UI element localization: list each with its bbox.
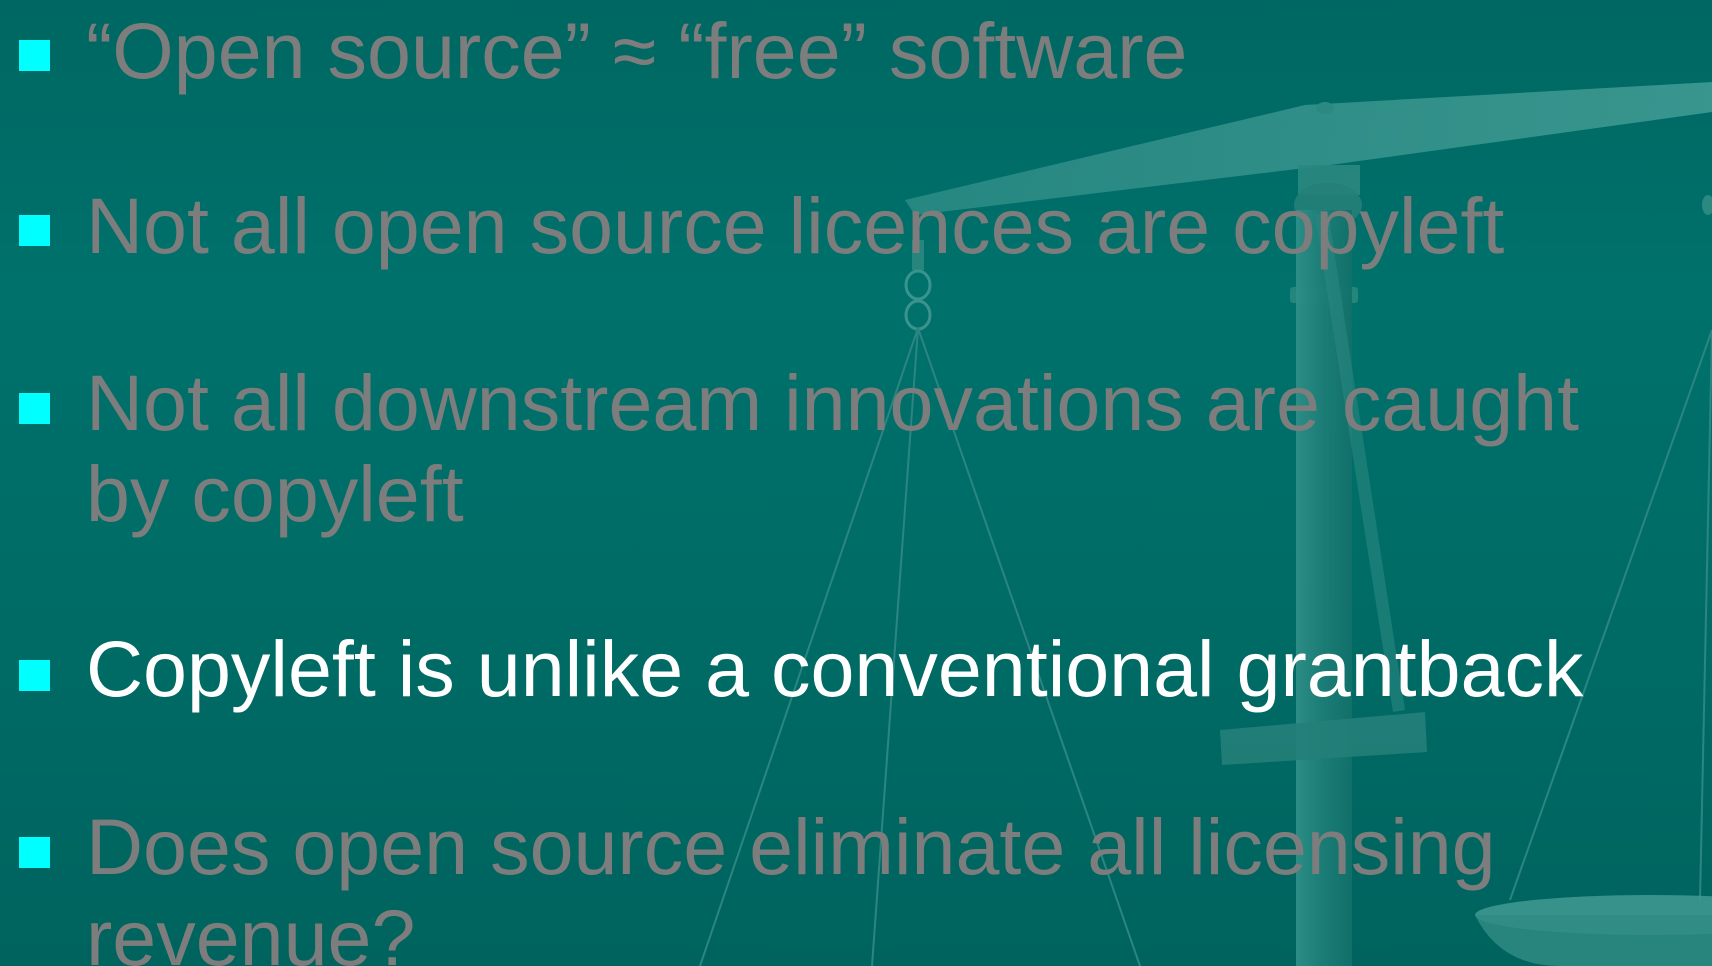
bullet-text-line: Does open source eliminate all licensing: [86, 802, 1496, 891]
bullet-text-line: Not all downstream innovations are caugh…: [86, 358, 1580, 447]
bullet-marker-icon: [19, 660, 50, 691]
slide: “Open source” ≈ “free” software Not all …: [0, 0, 1712, 966]
bullet-text: “Open source” ≈ “free” software: [86, 6, 1188, 95]
bullet-text-line: by copyleft: [86, 449, 464, 538]
bullet-text: Not all open source licences are copylef…: [86, 181, 1505, 270]
bullet-marker-icon: [19, 40, 50, 71]
bullet-text: Not all downstream innovations are caugh…: [86, 357, 1712, 539]
bullet-text: Does open source eliminate all licensing…: [86, 801, 1712, 966]
bullet-text: Copyleft is unlike a conventional grantb…: [86, 624, 1584, 713]
bullet-list: “Open source” ≈ “free” software Not all …: [0, 0, 1712, 966]
bullet-text-line: revenue?: [86, 893, 416, 966]
bullet-marker-icon: [19, 837, 50, 868]
bullet-marker-icon: [19, 393, 50, 424]
bullet-marker-icon: [19, 215, 50, 246]
